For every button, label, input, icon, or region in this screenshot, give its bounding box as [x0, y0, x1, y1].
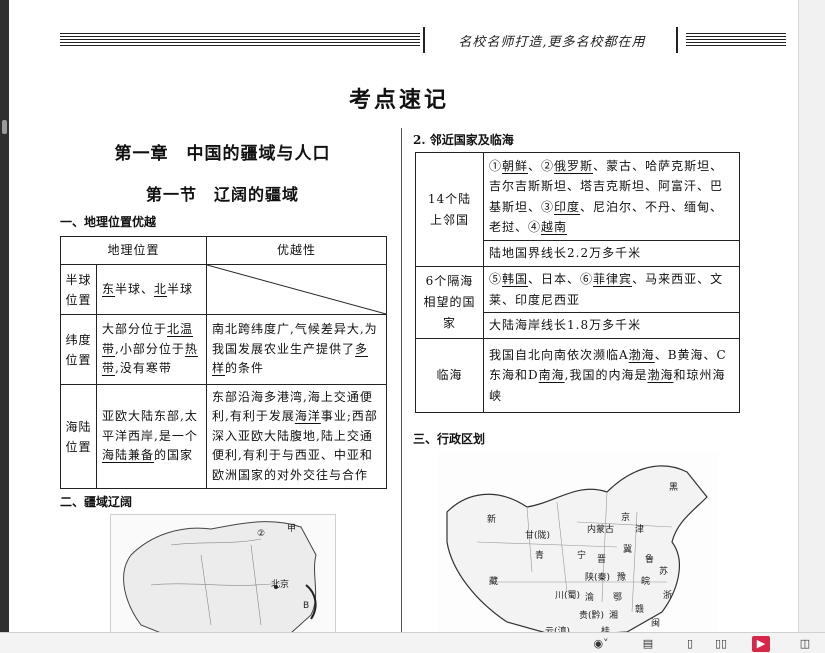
table-row: 纬度位置 大部分位于北温带,小部分位于热带,没有寒带 南北跨纬度广,气候差异大,… [60, 314, 387, 385]
map-label: 内蒙古 [587, 525, 615, 535]
page-title: 考点速记 [348, 88, 449, 113]
map-label: 鲁 [645, 555, 655, 565]
neighbor-cell: ①朝鲜、②俄罗斯、蒙古、哈萨克斯坦、吉尔吉斯斯坦、塔吉克斯坦、阿富汗、巴基斯坦、… [483, 152, 740, 241]
fit-page-icon[interactable]: ▤ [640, 636, 656, 652]
map-label: 冀 [623, 545, 633, 555]
table-row: 临海 我国自北向南依次濒临A渤海、B黄海、C东海和D南海,我国的内海是渤海和琼州… [415, 338, 740, 413]
table-row: 6个隔海相望的国家 ⑤韩国、日本、⑥菲律宾、马来西亚、文莱、印度尼西亚 [415, 266, 740, 339]
map-label: 晋 [597, 555, 607, 565]
eye-icon[interactable]: ◉˅ [588, 636, 614, 652]
two-page-icon[interactable]: ▯▯ [712, 636, 730, 652]
map-label: 黑 [669, 483, 679, 493]
chapter-title: 第一章 中国的疆域与人口 [114, 144, 331, 164]
position-cell: 大部分位于北温带,小部分位于热带,没有寒带 [96, 314, 207, 385]
row-head: 海陆位置 [60, 384, 97, 489]
map-label: 藏 [489, 577, 499, 587]
table-row: 海陆位置 亚欧大陆东部,太平洋西岸,是一个海陆兼备的国家 东部沿海多港湾,海上交… [60, 384, 387, 489]
map-label: 苏 [659, 567, 669, 577]
part2-heading: 二、疆域辽阔 [60, 495, 133, 509]
map-label: ② [257, 529, 266, 539]
row-head: 6个隔海相望的国家 [415, 266, 484, 339]
map-label: 甲 [287, 524, 297, 534]
section-title: 第一节 辽阔的疆域 [145, 185, 299, 204]
part3-heading: 三、行政区划 [413, 432, 486, 446]
map-label: B [303, 601, 310, 611]
map-label: 宁 [577, 551, 587, 561]
table-header: 优越性 [206, 236, 387, 265]
table-row: 半球位置 东半球、北半球 [60, 264, 387, 315]
map-label: 闽 [651, 619, 661, 629]
map-label: 贵(黔) [579, 611, 605, 621]
geo-position-table: 地理位置 优越性 半球位置 东半球、北半球 纬度位置 大部分位于北温带,小部分位… [60, 236, 387, 489]
table-header: 地理位置 [60, 236, 207, 265]
advantage-cell: 东部沿海多港湾,海上交通便利,有利于发展海洋事业;西部深入亚欧大陆腹地,陆上交通… [206, 384, 387, 489]
map-label: 甘(陇) [525, 531, 551, 541]
column-divider [401, 128, 402, 638]
header-rule-right [686, 33, 786, 48]
neighbor-cell: 大陆海岸线长1.8万多千米 [483, 312, 740, 339]
present-icon[interactable]: ▶ [752, 636, 770, 652]
viewer-toolbar: ◉˅ ▤ ▯ ▯▯ ▶ ◫ [0, 632, 825, 653]
row-head: 半球位置 [60, 264, 97, 315]
row-head: 临海 [415, 338, 484, 413]
header-rule-left [60, 33, 420, 48]
part1-heading: 一、地理位置优越 [60, 215, 157, 229]
diagonal-cell [206, 264, 387, 315]
map-label: 鄂 [613, 593, 623, 603]
neighbors-heading: 2. 邻近国家及临海 [413, 133, 514, 147]
neighbor-cell: ⑤韩国、日本、⑥菲律宾、马来西亚、文莱、印度尼西亚 [483, 266, 740, 313]
advantage-cell: 南北跨纬度广,气候差异大,为我国发展农业生产提供了多样的条件 [206, 314, 387, 385]
header-bar [676, 27, 678, 53]
map-label: 津 [635, 525, 645, 535]
row-head: 纬度位置 [60, 314, 97, 385]
map-label: 陕(秦) [585, 573, 611, 583]
position-cell: 东半球、北半球 [96, 264, 207, 315]
map-label: 北京 [271, 580, 290, 590]
map-label: 豫 [617, 573, 627, 583]
table-row: 14个陆上邻国 ①朝鲜、②俄罗斯、蒙古、哈萨克斯坦、吉尔吉斯斯坦、塔吉克斯坦、阿… [415, 152, 740, 267]
header-bar [423, 27, 425, 53]
neighbor-cell: 我国自北向南依次濒临A渤海、B黄海、C东海和D南海,我国的内海是渤海和琼州海峡 [483, 338, 740, 413]
bookmark-icon[interactable]: ◫ [796, 636, 814, 652]
map-label: 青 [535, 551, 545, 561]
admin-map: 黑 新 甘(陇) 内蒙古 京 津 冀 宁 晋 鲁 青 陕(秦) 豫 藏 川(蜀)… [437, 452, 718, 636]
position-cell: 亚欧大陆东部,太平洋西岸,是一个海陆兼备的国家 [96, 384, 207, 489]
map-label: 渝 [585, 593, 595, 603]
neighbors-table: 14个陆上邻国 ①朝鲜、②俄罗斯、蒙古、哈萨克斯坦、吉尔吉斯斯坦、塔吉克斯坦、阿… [415, 152, 740, 413]
map-label: 京 [621, 513, 631, 523]
right-scrollbar[interactable] [798, 0, 825, 632]
map-label: 浙 [663, 591, 673, 601]
row-head: 14个陆上邻国 [415, 152, 484, 267]
map-label: 新 [487, 515, 497, 525]
map-label: 川(蜀) [555, 591, 581, 601]
territory-map: ② 甲 北京 B [110, 514, 336, 636]
sidebar-handle[interactable] [2, 120, 7, 134]
neighbor-cell: 陆地国界线长2.2万多千米 [483, 240, 740, 267]
map-label: 湘 [609, 611, 619, 621]
map-label: 赣 [635, 605, 645, 615]
map-label: 皖 [641, 577, 651, 587]
single-page-icon[interactable]: ▯ [682, 636, 698, 652]
header-slogan: 名校名师打造,更多名校都在用 [458, 35, 646, 50]
